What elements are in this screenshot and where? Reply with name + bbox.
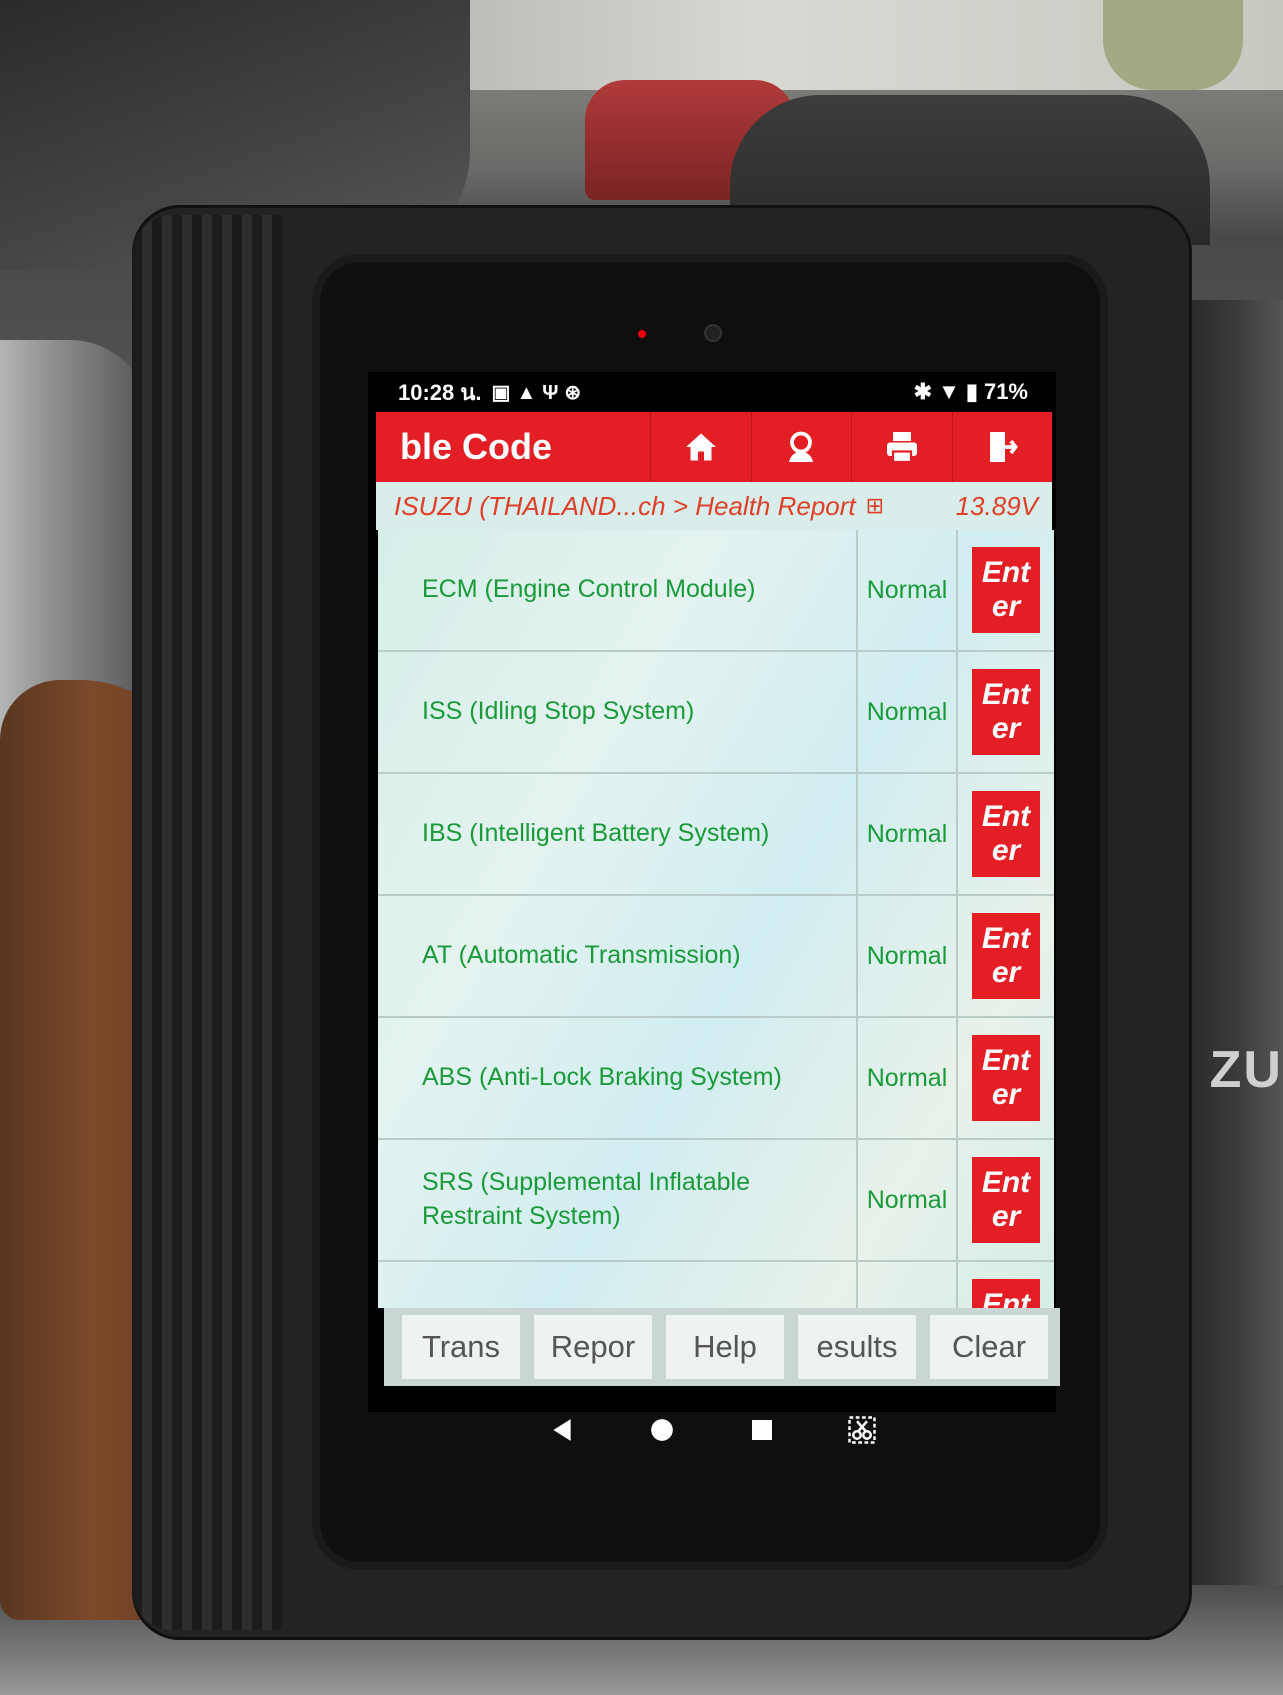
tablet-grip xyxy=(132,215,282,1630)
home-icon xyxy=(685,433,716,461)
home-nav-button[interactable] xyxy=(642,1410,682,1450)
breadcrumb-path: ISUZU (THAILAND...ch > Health Report xyxy=(394,490,856,521)
page-title: ble Code xyxy=(400,426,553,467)
wifi-icon: ▼ xyxy=(938,379,960,404)
battery-percent: 71% xyxy=(983,379,1028,404)
enter-button[interactable]: Enter xyxy=(972,913,1040,999)
module-list[interactable]: ECM (Engine Control Module) Normal Enter… xyxy=(378,530,1054,1308)
module-status: Normal xyxy=(858,1262,958,1308)
exit-icon xyxy=(990,432,1019,462)
print-button[interactable] xyxy=(851,412,952,482)
back-icon xyxy=(553,1419,571,1441)
settings-badge-icon: ⊛ xyxy=(564,381,588,404)
results-button[interactable]: esults xyxy=(798,1315,916,1379)
user-button[interactable] xyxy=(750,412,852,482)
indicator-light xyxy=(638,330,646,338)
module-status: Normal xyxy=(858,652,958,772)
battery-icon: ▮ xyxy=(965,379,978,404)
battery-voltage: 13.89V xyxy=(955,490,1038,521)
breadcrumb: ISUZU (THAILAND...ch > Health Report ⊞ 1… xyxy=(376,482,1052,530)
calendar-icon: ▣ xyxy=(491,381,517,404)
background-emblem: ZU xyxy=(1209,1041,1283,1099)
usb-icon: Ψ xyxy=(542,381,565,404)
enter-button[interactable]: Enter xyxy=(972,791,1040,877)
module-status: Normal xyxy=(858,1018,958,1138)
list-item: BCM (Body Control Module) Normal Enter xyxy=(378,1262,1054,1308)
report-button[interactable]: Repor xyxy=(534,1315,652,1379)
screenshot-button[interactable] xyxy=(842,1410,882,1450)
list-item: AT (Automatic Transmission) Normal Enter xyxy=(378,896,1054,1018)
module-status: Normal xyxy=(858,774,958,894)
module-name: ISS (Idling Stop System) xyxy=(378,652,858,772)
trans-button[interactable]: Trans xyxy=(402,1315,520,1379)
list-item: IBS (Intelligent Battery System) Normal … xyxy=(378,774,1054,896)
front-camera xyxy=(706,326,720,340)
enter-button[interactable]: Enter xyxy=(972,547,1040,633)
list-item: SRS (Supplemental Inflatable Restraint S… xyxy=(378,1140,1054,1262)
enter-button[interactable]: Enter xyxy=(972,1157,1040,1243)
calendar-icon[interactable]: ⊞ xyxy=(866,493,884,519)
back-button[interactable] xyxy=(542,1410,582,1450)
bottom-action-bar: Trans Repor Help esults Clear xyxy=(384,1308,1060,1386)
bluetooth-icon: ✱ xyxy=(913,379,933,404)
module-status: Normal xyxy=(858,896,958,1016)
print-icon xyxy=(886,432,917,464)
list-item: ISS (Idling Stop System) Normal Enter xyxy=(378,652,1054,774)
user-icon xyxy=(789,431,814,462)
module-name: ABS (Anti-Lock Braking System) xyxy=(378,1018,858,1138)
help-button[interactable]: Help xyxy=(666,1315,784,1379)
recents-button[interactable] xyxy=(742,1410,782,1450)
status-time: 10:28 น. xyxy=(398,379,482,405)
module-status: Normal xyxy=(858,530,958,650)
system-nav-bar xyxy=(368,1390,1056,1470)
module-name: AT (Automatic Transmission) xyxy=(378,896,858,1016)
module-name: SRS (Supplemental Inflatable Restraint S… xyxy=(378,1140,858,1260)
list-item: ECM (Engine Control Module) Normal Enter xyxy=(378,530,1054,652)
status-bar: 10:28 น. ▣▲Ψ⊛ ✱ ▼ ▮ 71% xyxy=(368,372,1056,412)
module-status: Normal xyxy=(858,1140,958,1260)
status-icons-left: ▣▲Ψ⊛ xyxy=(492,380,588,405)
title-bar: ble Code xyxy=(376,412,1052,482)
enter-button[interactable]: Enter xyxy=(972,1035,1040,1121)
status-icons-right: ✱ ▼ ▮ 71% xyxy=(914,379,1028,405)
square-icon xyxy=(752,1420,772,1440)
scissors-icon xyxy=(848,1416,876,1444)
module-name: IBS (Intelligent Battery System) xyxy=(378,774,858,894)
exit-button[interactable] xyxy=(951,412,1053,482)
enter-button[interactable]: Enter xyxy=(972,1279,1040,1308)
list-item: ABS (Anti-Lock Braking System) Normal En… xyxy=(378,1018,1054,1140)
module-name: BCM (Body Control Module) xyxy=(378,1262,858,1308)
clear-button[interactable]: Clear xyxy=(930,1315,1048,1379)
enter-button[interactable]: Enter xyxy=(972,669,1040,755)
warning-icon: ▲ xyxy=(516,381,543,404)
module-name: ECM (Engine Control Module) xyxy=(378,530,858,650)
background-tree xyxy=(1103,0,1243,90)
home-button[interactable] xyxy=(650,412,751,482)
circle-icon xyxy=(651,1419,673,1441)
